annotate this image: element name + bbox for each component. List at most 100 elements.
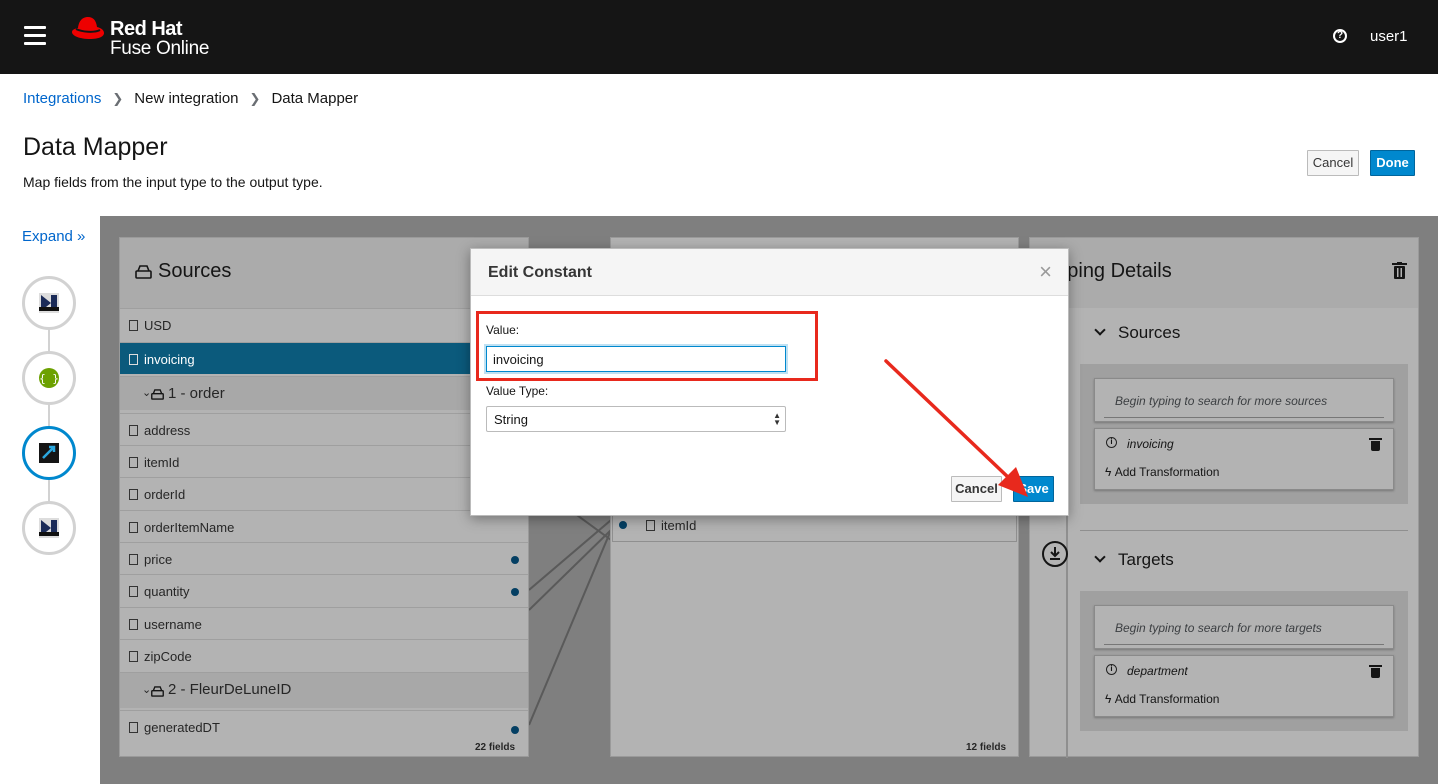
group-row[interactable]: ⌄ 2 - FleurDeLuneID bbox=[120, 672, 528, 708]
step-log[interactable]: { } bbox=[22, 351, 76, 405]
sources-mapping-box: Begin typing to search for more sources … bbox=[1080, 364, 1408, 504]
group-label: 1 - order bbox=[168, 385, 225, 402]
target-field-card: i department ϟ Add Transformation bbox=[1094, 655, 1394, 717]
cancel-button[interactable]: Cancel bbox=[1307, 150, 1359, 176]
group-label: 2 - FleurDeLuneID bbox=[168, 681, 292, 698]
hamburger-menu-icon[interactable] bbox=[24, 26, 46, 46]
step-rail: Expand » { } bbox=[0, 216, 100, 784]
close-icon[interactable]: × bbox=[1039, 259, 1052, 285]
field-row[interactable]: address bbox=[120, 413, 528, 445]
annotation-highlight-box bbox=[476, 311, 818, 381]
breadcrumb-integrations[interactable]: Integrations bbox=[23, 90, 101, 107]
document-icon bbox=[129, 354, 138, 365]
sources-title: Sources bbox=[158, 260, 232, 282]
mapping-line bbox=[529, 529, 611, 726]
field-row[interactable]: orderItemName bbox=[120, 510, 528, 542]
sources-panel: Sources USD invoicing ⌄ 1 - order addres… bbox=[119, 237, 529, 757]
field-count: 22 fields bbox=[475, 742, 516, 753]
step-start[interactable] bbox=[22, 276, 76, 330]
mapping-line bbox=[529, 529, 611, 611]
dialog-title: Edit Constant bbox=[488, 264, 592, 281]
bolt-icon: ϟ bbox=[1105, 692, 1112, 706]
field-label: itemId bbox=[144, 455, 180, 470]
mapping-lines bbox=[529, 480, 611, 726]
mapped-indicator bbox=[511, 726, 519, 734]
field-row-selected[interactable]: invoicing bbox=[120, 342, 528, 374]
breadcrumb: Integrations ❯ New integration ❯ Data Ma… bbox=[23, 90, 358, 107]
targets-section-header[interactable]: Targets bbox=[1094, 550, 1174, 570]
info-icon[interactable]: i bbox=[1106, 437, 1117, 448]
info-icon[interactable]: i bbox=[1106, 664, 1117, 675]
user-menu[interactable]: user1 bbox=[1370, 28, 1408, 45]
field-label: quantity bbox=[144, 584, 190, 599]
chevron-right-icon: ❯ bbox=[112, 90, 124, 106]
document-icon bbox=[129, 586, 138, 597]
field-row[interactable]: generatedDT bbox=[120, 710, 528, 736]
field-count: 12 fields bbox=[966, 742, 1007, 753]
document-icon bbox=[129, 489, 138, 500]
dialog-header: Edit Constant × bbox=[471, 249, 1068, 296]
field-row[interactable]: orderId bbox=[120, 477, 528, 509]
targets-search-input[interactable]: Begin typing to search for more targets bbox=[1115, 621, 1322, 635]
field-label: price bbox=[144, 552, 173, 567]
mapping-line bbox=[529, 519, 611, 591]
trash-icon[interactable] bbox=[1369, 665, 1382, 678]
field-row[interactable]: quantity bbox=[120, 574, 528, 606]
document-icon bbox=[129, 619, 138, 630]
connection-icon bbox=[39, 518, 59, 538]
annotation-arrow bbox=[884, 359, 1028, 497]
targets-mapping-box: Begin typing to search for more targets … bbox=[1080, 591, 1408, 731]
field-label: username bbox=[144, 617, 202, 632]
trash-icon[interactable] bbox=[1392, 262, 1407, 279]
field-row[interactable]: price bbox=[120, 542, 528, 574]
field-label: orderItemName bbox=[144, 520, 235, 535]
sources-section-header[interactable]: Sources bbox=[1094, 323, 1180, 343]
chevron-down-icon: ⌄ bbox=[142, 387, 152, 399]
field-label: invoicing bbox=[144, 352, 195, 367]
add-transformation-label: Add Transformation bbox=[1114, 465, 1220, 479]
trash-icon[interactable] bbox=[1369, 438, 1382, 451]
document-icon bbox=[129, 722, 138, 733]
add-transformation-link[interactable]: ϟ Add Transformation bbox=[1105, 692, 1219, 706]
document-icon bbox=[129, 554, 138, 565]
field-row[interactable]: USD bbox=[120, 308, 528, 340]
group-row[interactable]: ⌄ 1 - order bbox=[120, 376, 528, 410]
chevron-down-icon bbox=[1094, 551, 1106, 563]
hdd-icon bbox=[151, 389, 164, 400]
field-label: zipCode bbox=[144, 649, 192, 664]
breadcrumb-data-mapper: Data Mapper bbox=[271, 90, 359, 107]
input-underline bbox=[1104, 417, 1384, 418]
field-row[interactable]: zipCode bbox=[120, 639, 528, 671]
field-row[interactable]: itemId bbox=[120, 445, 528, 477]
brand-line2: Fuse Online bbox=[110, 38, 210, 59]
add-transformation-link[interactable]: ϟ Add Transformation bbox=[1105, 465, 1219, 479]
expand-label: Expand bbox=[22, 228, 73, 245]
page-subtitle: Map fields from the input type to the ou… bbox=[23, 174, 323, 190]
value-type-selected: String bbox=[494, 412, 528, 427]
document-icon bbox=[129, 320, 138, 331]
input-underline bbox=[1104, 644, 1384, 645]
brand-logo[interactable]: Red Hat Fuse Online bbox=[70, 14, 220, 60]
help-icon[interactable]: ? bbox=[1333, 29, 1347, 43]
sources-title-wrap: Sources bbox=[135, 260, 231, 283]
step-data-mapper[interactable] bbox=[22, 426, 76, 480]
value-type-select[interactable]: String ▲ ▼ bbox=[486, 406, 786, 432]
red-hat-icon bbox=[72, 17, 104, 39]
svg-text:{ }: { } bbox=[39, 372, 59, 385]
chevron-down-icon: ⌄ bbox=[142, 684, 152, 696]
bolt-icon: ϟ bbox=[1105, 465, 1112, 479]
source-field-name: invoicing bbox=[1127, 437, 1174, 451]
sources-search-card: Begin typing to search for more sources bbox=[1094, 378, 1394, 422]
sources-search-input[interactable]: Begin typing to search for more sources bbox=[1115, 394, 1327, 408]
step-finish[interactable] bbox=[22, 501, 76, 555]
field-label: orderId bbox=[144, 487, 186, 502]
masthead: Red Hat Fuse Online ? user1 bbox=[0, 0, 1438, 74]
done-button[interactable]: Done bbox=[1370, 150, 1415, 176]
hdd-icon bbox=[151, 686, 164, 697]
target-field-name: department bbox=[1127, 664, 1188, 678]
page-title: Data Mapper bbox=[23, 133, 168, 161]
document-icon bbox=[129, 522, 138, 533]
mapped-indicator bbox=[619, 521, 627, 529]
field-row[interactable]: username bbox=[120, 607, 528, 639]
expand-link[interactable]: Expand » bbox=[22, 228, 85, 245]
